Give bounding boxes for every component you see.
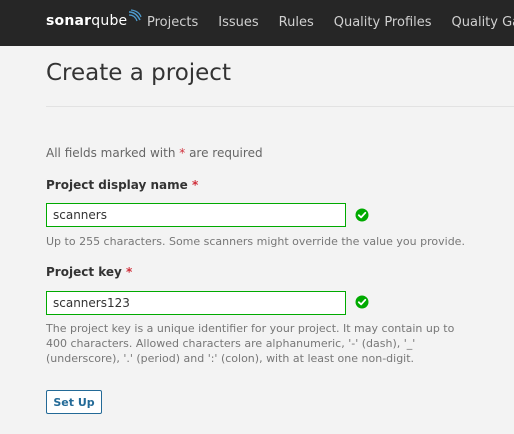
logo-wordmark: sonarqube: [46, 13, 128, 29]
check-circle-icon: [355, 208, 369, 222]
set-up-button[interactable]: Set Up: [46, 390, 102, 414]
nav-item-projects[interactable]: Projects: [147, 0, 198, 46]
project-name-help: Up to 255 characters. Some scanners migh…: [46, 235, 465, 248]
top-navigation-bar: sonarqube Projects Issues Rules Quality …: [0, 0, 514, 46]
logo-waves-icon: [129, 9, 142, 22]
main-nav: Projects Issues Rules Quality Profiles Q…: [147, 0, 514, 46]
required-asterisk: *: [126, 265, 133, 279]
help-line: The project key is a unique identifier f…: [46, 322, 455, 335]
title-divider: [46, 106, 514, 107]
project-name-label: Project display name *: [46, 178, 199, 192]
sonarqube-logo[interactable]: sonarqube: [46, 9, 142, 32]
help-line: 400 characters. Allowed characters are a…: [46, 337, 416, 350]
nav-item-quality-gates[interactable]: Quality Gates: [452, 0, 514, 46]
nav-item-issues[interactable]: Issues: [218, 0, 258, 46]
project-key-label: Project key *: [46, 265, 133, 279]
required-asterisk: *: [191, 178, 199, 192]
project-key-input[interactable]: [46, 291, 346, 315]
nav-item-rules[interactable]: Rules: [279, 0, 314, 46]
check-circle-icon: [355, 295, 369, 309]
help-line: (underscore), '.' (period) and ':' (colo…: [46, 352, 415, 365]
project-name-input[interactable]: [46, 203, 346, 227]
required-fields-note: All fields marked with * are required: [46, 146, 263, 160]
project-key-help: The project key is a unique identifier f…: [46, 321, 454, 366]
page-title: Create a project: [46, 60, 231, 86]
nav-item-quality-profiles[interactable]: Quality Profiles: [334, 0, 432, 46]
